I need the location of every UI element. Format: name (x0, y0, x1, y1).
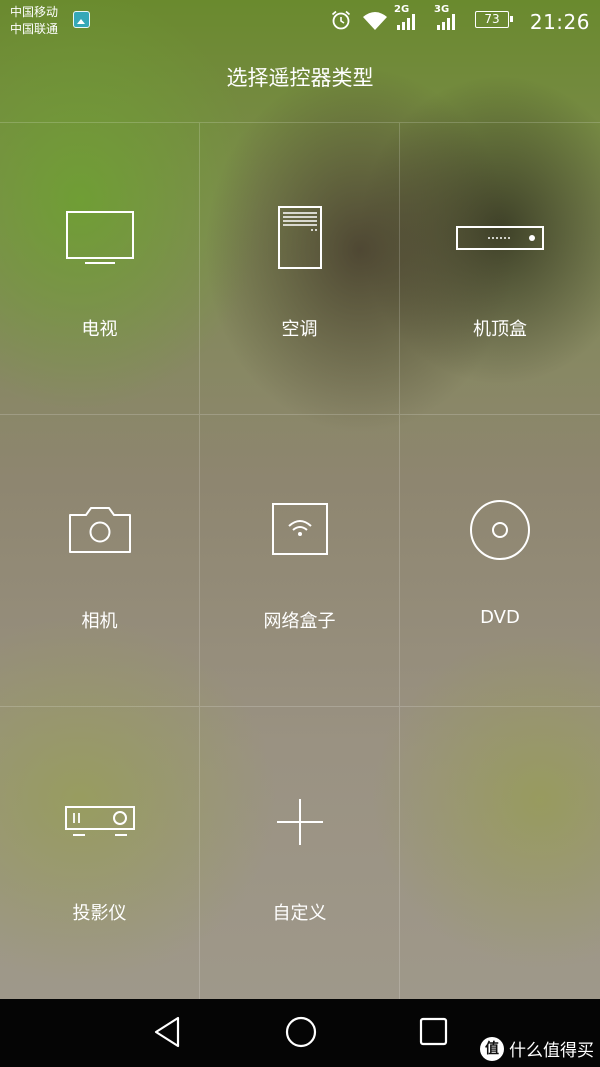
air-conditioner-icon (277, 206, 322, 269)
gallery-notification-icon (73, 11, 90, 28)
carrier-1: 中国移动 (10, 5, 59, 19)
projector-icon (64, 806, 135, 836)
back-icon[interactable] (152, 1015, 182, 1049)
device-tile-network-box[interactable]: 网络盒子 (200, 414, 400, 706)
remote-type-screen: 中国移动 中国联通 2G 3G 73 21:26 选择遥控器类型 电视 空调 机… (0, 0, 600, 1067)
device-label: 电视 (81, 319, 118, 340)
home-icon[interactable] (284, 1015, 318, 1049)
wifi-icon (363, 12, 387, 30)
disc-icon (470, 500, 530, 560)
watermark-text: 什么值得买 (509, 1041, 594, 1061)
plus-icon (276, 799, 323, 845)
device-tile-camera[interactable]: 相机 (0, 414, 200, 706)
empty-tile (400, 706, 600, 999)
navigation-bar: 值 什么值得买 (0, 999, 600, 1067)
device-tile-custom[interactable]: 自定义 (200, 706, 400, 999)
recent-apps-icon[interactable] (419, 1017, 449, 1047)
device-label: 机顶盒 (473, 319, 527, 340)
status-indicators: 2G 3G 73 21:26 (330, 4, 590, 36)
tv-icon (65, 211, 134, 264)
device-label: DVD (480, 607, 520, 628)
device-tile-dvd[interactable]: DVD (400, 414, 600, 706)
signal-icon (437, 14, 455, 30)
signal-icon (397, 14, 415, 30)
device-label: 投影仪 (72, 903, 127, 924)
device-tile-tv[interactable]: 电视 (0, 122, 200, 414)
device-tile-set-top-box[interactable]: 机顶盒 (400, 122, 600, 414)
alarm-icon (331, 10, 351, 30)
carrier-2: 中国联通 (10, 22, 59, 36)
device-tile-projector[interactable]: 投影仪 (0, 706, 200, 999)
camera-icon (68, 507, 131, 553)
device-tile-air-conditioner[interactable]: 空调 (200, 122, 400, 414)
device-type-grid: 电视 空调 机顶盒 相机 网络盒子 DVD 投影仪 自定义 (0, 122, 600, 999)
set-top-box-icon (456, 226, 544, 250)
watermark-badge: 值 (480, 1036, 504, 1061)
device-label: 空调 (281, 319, 318, 340)
watermark: 值 什么值得买 (480, 1036, 594, 1061)
page-title: 选择遥控器类型 (226, 66, 374, 90)
carrier-info: 中国移动 中国联通 (10, 4, 58, 38)
battery-icon: 73 (475, 11, 513, 28)
device-label: 相机 (81, 611, 118, 632)
status-time: 21:26 (529, 10, 590, 34)
device-label: 网络盒子 (263, 611, 336, 632)
device-label: 自定义 (272, 903, 327, 924)
network-box-icon (271, 503, 328, 555)
status-bar: 中国移动 中国联通 2G 3G 73 21:26 (0, 0, 600, 42)
